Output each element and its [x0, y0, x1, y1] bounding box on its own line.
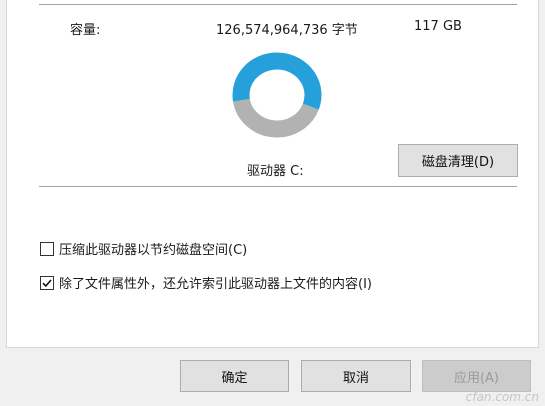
index-option-label: 除了文件属性外，还允许索引此驱动器上文件的内容(I)	[59, 277, 372, 292]
ok-button[interactable]: 确定	[180, 360, 289, 392]
watermark: cfan.com.cn	[465, 390, 539, 404]
compress-drive-option[interactable]: 压缩此驱动器以节约磁盘空间(C)	[40, 239, 247, 258]
cancel-button[interactable]: 取消	[301, 360, 411, 392]
properties-panel: 容量: 126,574,964,736 字节 117 GB 驱动器 C: 磁盘清…	[6, 0, 539, 348]
compress-checkbox[interactable]	[40, 241, 54, 256]
index-checkbox[interactable]	[40, 275, 54, 290]
top-divider	[39, 4, 517, 5]
apply-button[interactable]: 应用(A)	[422, 360, 531, 392]
middle-divider	[39, 186, 517, 187]
index-contents-option[interactable]: 除了文件属性外，还允许索引此驱动器上文件的内容(I)	[40, 273, 372, 292]
drive-label: 驱动器 C:	[247, 164, 304, 179]
capacity-label: 容量:	[70, 23, 101, 38]
disk-cleanup-button[interactable]: 磁盘清理(D)	[398, 144, 518, 177]
checkmark-icon	[42, 278, 52, 287]
capacity-bytes-value: 126,574,964,736 字节	[216, 23, 358, 38]
capacity-gb-value: 117 GB	[414, 19, 462, 34]
used-space-segment	[233, 98, 319, 138]
compress-option-label: 压缩此驱动器以节约磁盘空间(C)	[59, 243, 248, 258]
disk-usage-donut-chart	[232, 52, 322, 138]
free-space-segment	[232, 52, 322, 110]
